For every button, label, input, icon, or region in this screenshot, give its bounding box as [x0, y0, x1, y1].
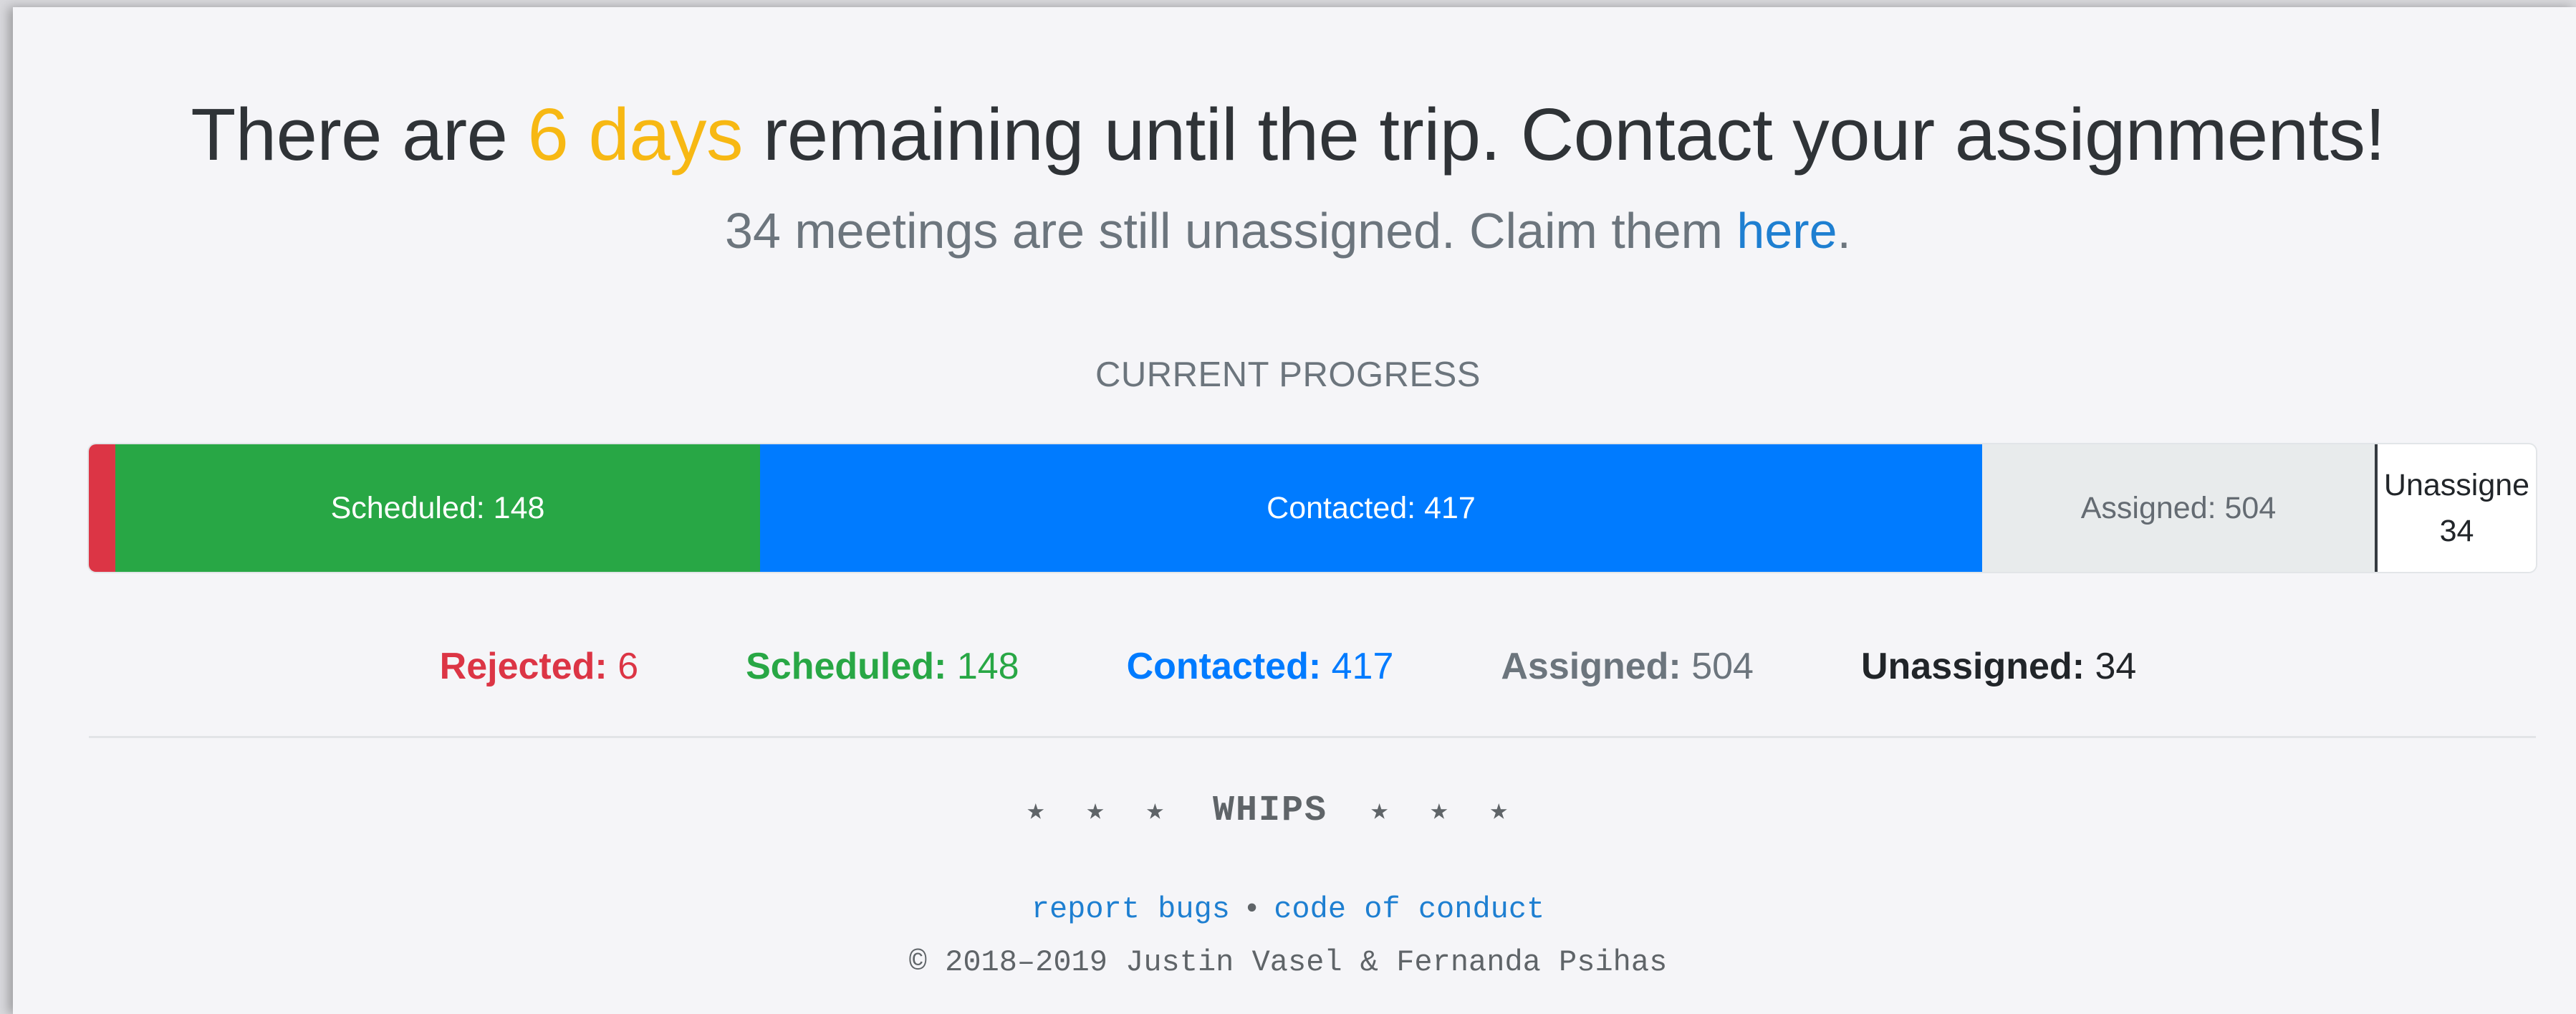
progress-segment-unassigned: Unassigne 34 [2375, 444, 2536, 572]
progress-segment-assigned: Assigned: 504 [1982, 444, 2375, 572]
legend-assigned-label: Assigned: [1501, 646, 1681, 687]
countdown-headline: There are 6 days remaining until the tri… [0, 85, 2576, 185]
unassigned-notice-end: . [1837, 203, 1851, 259]
legend-rejected: Rejected: 6 [440, 641, 638, 692]
brand-name: WHIPS [1212, 790, 1328, 831]
progress-segment-contacted: Contacted: 417 [760, 444, 1982, 572]
star-icon-group-right: ★★★ [1370, 794, 1549, 828]
progress-segment-rejected [89, 444, 115, 572]
legend-scheduled-value: 148 [956, 646, 1019, 687]
unassigned-segment-label: Unassigne [2383, 468, 2530, 502]
legend-unassigned: Unassigned: 34 [1861, 641, 2136, 692]
claim-here-link[interactable]: here [1736, 203, 1837, 259]
legend-scheduled: Scheduled: 148 [746, 641, 1019, 692]
footer-divider [89, 736, 2536, 738]
footer-separator: • [1242, 892, 1261, 927]
legend-contacted-value: 417 [1331, 646, 1394, 687]
legend-unassigned-label: Unassigned: [1860, 646, 2085, 687]
copyright-notice: © 2018–2019 Justin Vasel & Fernanda Psih… [908, 945, 1668, 980]
progress-bar: Scheduled: 148 Contacted: 417 Assigned: … [89, 444, 2536, 572]
legend-scheduled-label: Scheduled: [746, 646, 947, 687]
report-bugs-link[interactable]: report bugs [1032, 892, 1230, 927]
progress-legend: Rejected: 6 Scheduled: 148 Contacted: 41… [0, 641, 2576, 692]
unassigned-segment-count: 34 [2439, 514, 2474, 548]
legend-assigned-value: 504 [1691, 646, 1754, 687]
progress-heading: CURRENT PROGRESS [1095, 355, 1481, 394]
headline-prefix: There are [191, 93, 528, 176]
progress-segment-scheduled: Scheduled: 148 [115, 444, 760, 572]
legend-assigned: Assigned: 504 [1501, 641, 1754, 692]
footer-links: report bugs • code of conduct [0, 889, 2576, 930]
legend-rejected-value: 6 [617, 646, 639, 687]
star-icon-group-left: ★★★ [1027, 794, 1206, 828]
legend-contacted-label: Contacted: [1126, 646, 1322, 687]
legend-contacted: Contacted: 417 [1127, 641, 1394, 692]
code-of-conduct-link[interactable]: code of conduct [1274, 892, 1544, 927]
days-remaining: 6 days [527, 93, 744, 176]
unassigned-notice-text: 34 meetings are still unassigned. Claim … [725, 203, 1737, 259]
legend-rejected-label: Rejected: [439, 646, 607, 687]
legend-unassigned-value: 34 [2095, 646, 2137, 687]
headline-suffix: remaining until the trip. Contact your a… [743, 93, 2385, 176]
footer-brand: ★★★ WHIPS ★★★ [0, 785, 2576, 838]
unassigned-notice: 34 meetings are still unassigned. Claim … [0, 196, 2576, 265]
